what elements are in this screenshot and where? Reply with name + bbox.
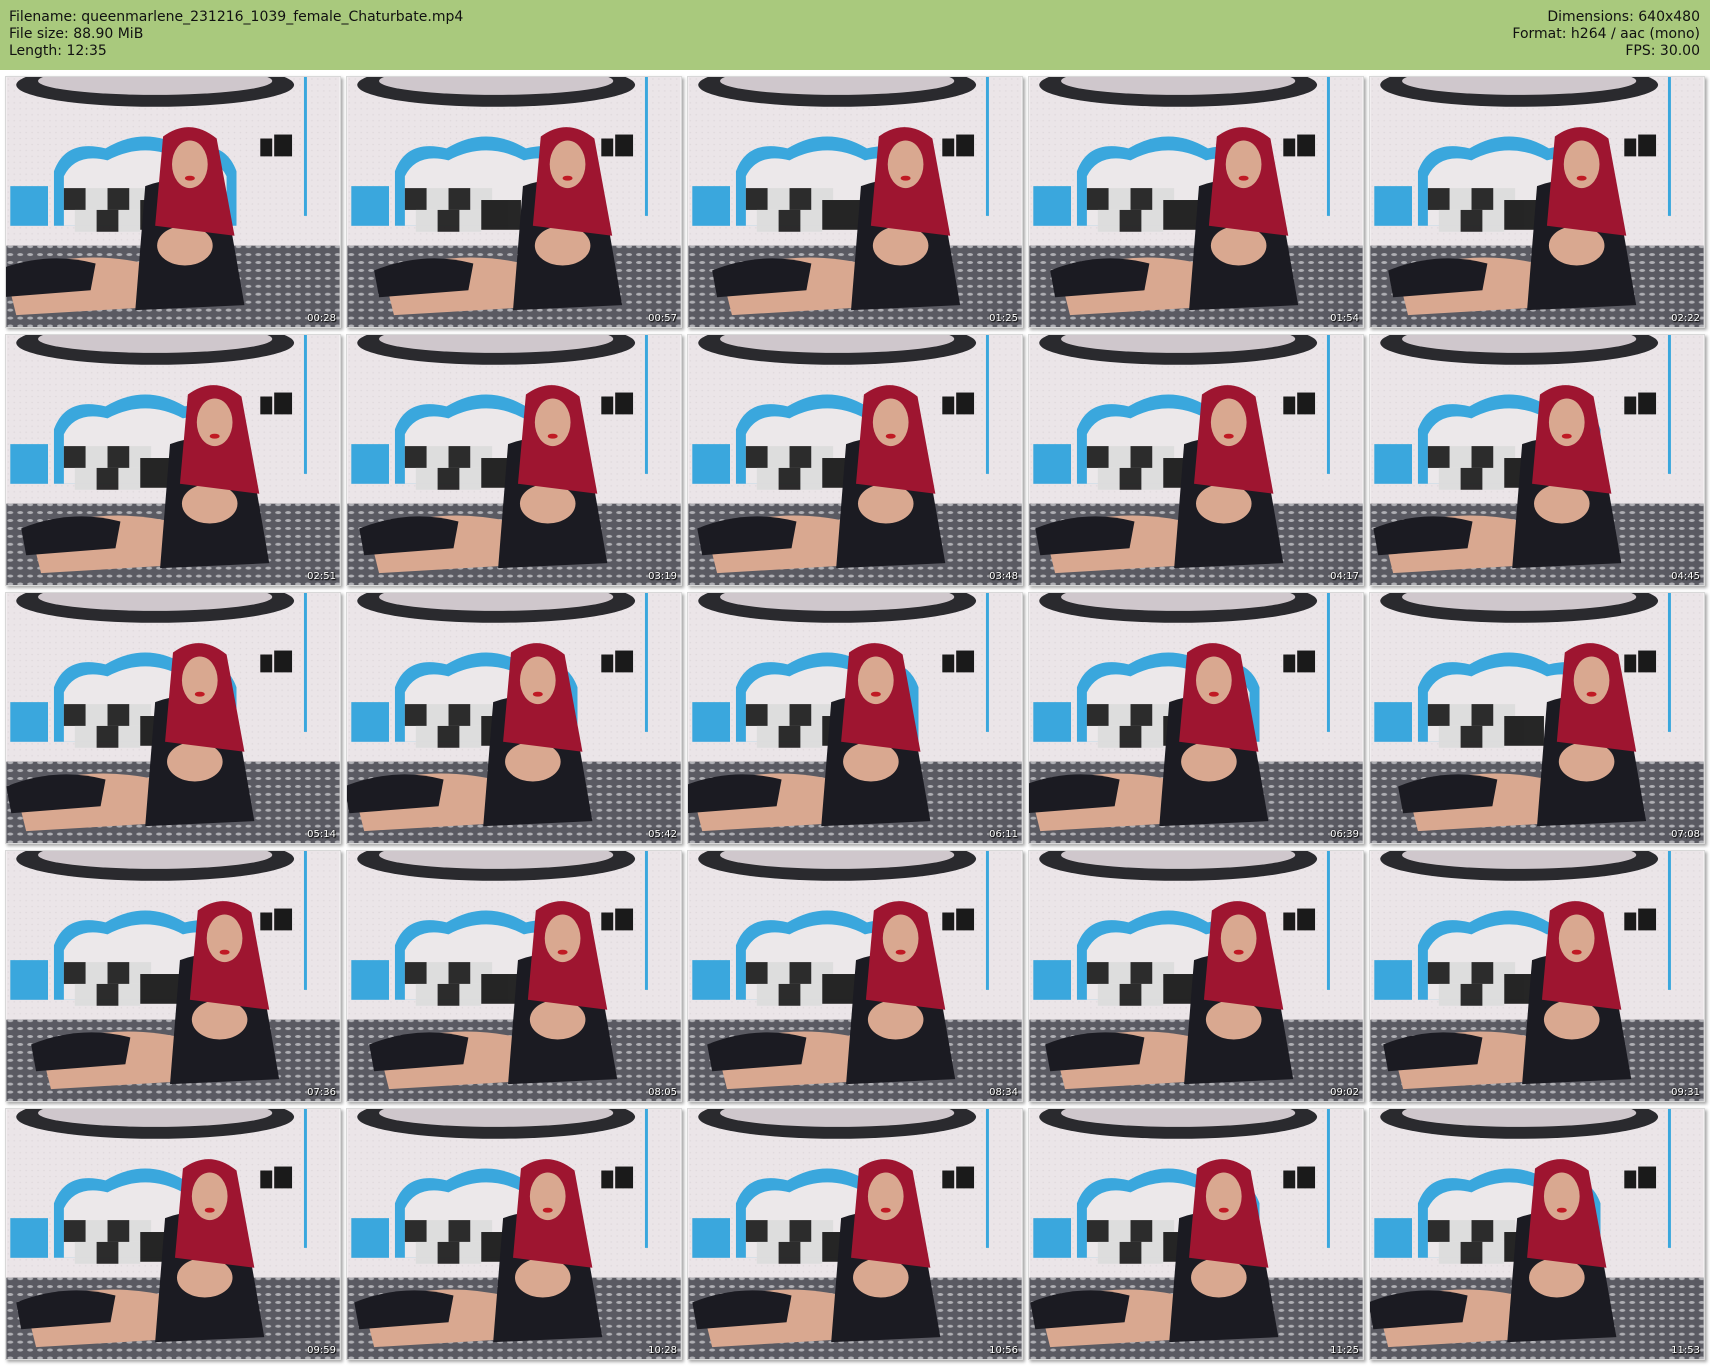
fps-label: FPS: 30.00 xyxy=(1625,43,1700,59)
thumbnail-grid: 00:28 00:57 01:25 01:54 02:22 02:51 03:1… xyxy=(0,76,1710,1370)
file-info: Filename: queenmarlene_231216_1039_femal… xyxy=(9,9,463,60)
frame-timestamp: 03:19 xyxy=(648,571,677,582)
video-frame-thumbnail: 01:54 xyxy=(1028,76,1364,328)
frame-image xyxy=(1370,335,1704,585)
frame-timestamp: 02:51 xyxy=(307,571,336,582)
frame-image xyxy=(6,77,340,327)
frame-timestamp: 10:56 xyxy=(989,1345,1018,1356)
video-frame-thumbnail: 09:02 xyxy=(1028,850,1364,1102)
info-header: Filename: queenmarlene_231216_1039_femal… xyxy=(0,0,1710,70)
frame-image xyxy=(688,335,1022,585)
video-frame-thumbnail: 08:05 xyxy=(346,850,682,1102)
frame-timestamp: 02:22 xyxy=(1671,313,1700,324)
video-frame-thumbnail: 11:25 xyxy=(1028,1108,1364,1360)
frame-image xyxy=(1029,335,1363,585)
frame-image xyxy=(347,593,681,843)
video-frame-thumbnail: 09:31 xyxy=(1369,850,1705,1102)
filename-label: Filename: queenmarlene_231216_1039_femal… xyxy=(9,9,464,25)
frame-image xyxy=(347,335,681,585)
frame-image xyxy=(688,593,1022,843)
video-frame-thumbnail: 04:45 xyxy=(1369,334,1705,586)
frame-timestamp: 00:28 xyxy=(307,313,336,324)
frame-timestamp: 07:36 xyxy=(307,1087,336,1098)
frame-timestamp: 11:25 xyxy=(1330,1345,1359,1356)
frame-image xyxy=(1029,593,1363,843)
filesize-label: File size: 88.90 MiB xyxy=(9,26,144,42)
frame-timestamp: 06:11 xyxy=(989,829,1018,840)
video-frame-thumbnail: 03:48 xyxy=(687,334,1023,586)
frame-image xyxy=(1029,77,1363,327)
frame-image xyxy=(6,851,340,1101)
frame-timestamp: 11:53 xyxy=(1671,1345,1700,1356)
video-frame-thumbnail: 01:25 xyxy=(687,76,1023,328)
video-frame-thumbnail: 09:59 xyxy=(5,1108,341,1360)
frame-image xyxy=(1370,1109,1704,1359)
video-frame-thumbnail: 02:22 xyxy=(1369,76,1705,328)
video-frame-thumbnail: 05:14 xyxy=(5,592,341,844)
dimensions-label: Dimensions: 640x480 xyxy=(1547,9,1700,25)
frame-timestamp: 04:45 xyxy=(1671,571,1700,582)
frame-image xyxy=(347,1109,681,1359)
video-frame-thumbnail: 04:17 xyxy=(1028,334,1364,586)
frame-image xyxy=(6,1109,340,1359)
video-info: Dimensions: 640x480 Format: h264 / aac (… xyxy=(1512,9,1700,60)
frame-image xyxy=(688,1109,1022,1359)
frame-image xyxy=(1029,1109,1363,1359)
frame-image xyxy=(6,335,340,585)
video-frame-thumbnail: 10:56 xyxy=(687,1108,1023,1360)
frame-image xyxy=(688,851,1022,1101)
frame-timestamp: 01:25 xyxy=(989,313,1018,324)
frame-timestamp: 06:39 xyxy=(1330,829,1359,840)
video-frame-thumbnail: 10:28 xyxy=(346,1108,682,1360)
video-frame-thumbnail: 11:53 xyxy=(1369,1108,1705,1360)
frame-timestamp: 08:05 xyxy=(648,1087,677,1098)
video-frame-thumbnail: 00:57 xyxy=(346,76,682,328)
video-frame-thumbnail: 06:39 xyxy=(1028,592,1364,844)
frame-image xyxy=(1370,593,1704,843)
frame-timestamp: 09:02 xyxy=(1330,1087,1359,1098)
video-frame-thumbnail: 05:42 xyxy=(346,592,682,844)
frame-image xyxy=(1029,851,1363,1101)
frame-image xyxy=(347,77,681,327)
frame-image xyxy=(6,593,340,843)
video-frame-thumbnail: 07:08 xyxy=(1369,592,1705,844)
frame-timestamp: 05:42 xyxy=(648,829,677,840)
frame-timestamp: 00:57 xyxy=(648,313,677,324)
frame-image xyxy=(1370,851,1704,1101)
frame-timestamp: 09:59 xyxy=(307,1345,336,1356)
frame-timestamp: 09:31 xyxy=(1671,1087,1700,1098)
frame-image xyxy=(347,851,681,1101)
frame-image xyxy=(688,77,1022,327)
video-frame-thumbnail: 03:19 xyxy=(346,334,682,586)
length-label: Length: 12:35 xyxy=(9,43,107,59)
frame-timestamp: 08:34 xyxy=(989,1087,1018,1098)
video-frame-thumbnail: 06:11 xyxy=(687,592,1023,844)
video-frame-thumbnail: 02:51 xyxy=(5,334,341,586)
video-frame-thumbnail: 08:34 xyxy=(687,850,1023,1102)
frame-timestamp: 04:17 xyxy=(1330,571,1359,582)
frame-timestamp: 01:54 xyxy=(1330,313,1359,324)
frame-timestamp: 03:48 xyxy=(989,571,1018,582)
video-frame-thumbnail: 00:28 xyxy=(5,76,341,328)
frame-timestamp: 10:28 xyxy=(648,1345,677,1356)
video-frame-thumbnail: 07:36 xyxy=(5,850,341,1102)
frame-timestamp: 05:14 xyxy=(307,829,336,840)
frame-timestamp: 07:08 xyxy=(1671,829,1700,840)
format-label: Format: h264 / aac (mono) xyxy=(1512,26,1700,42)
frame-image xyxy=(1370,77,1704,327)
